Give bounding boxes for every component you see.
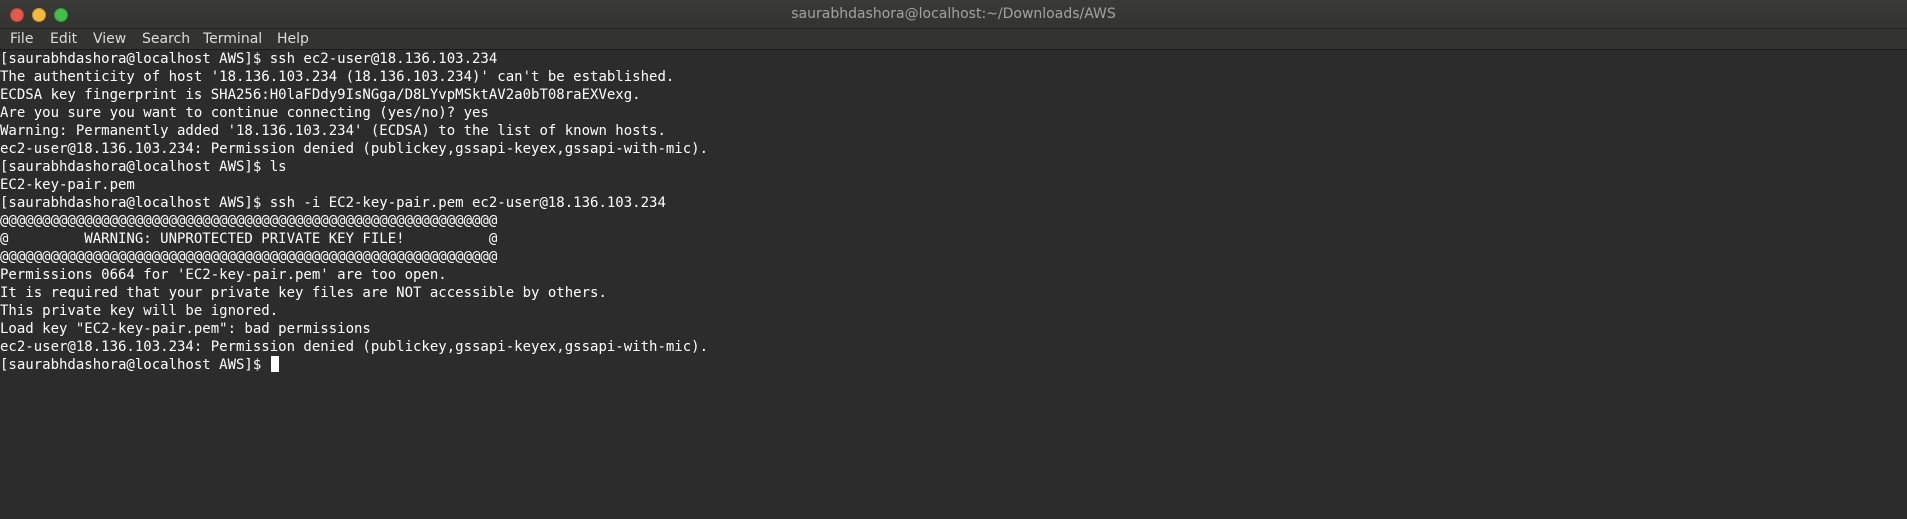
terminal-line: Permissions 0664 for 'EC2-key-pair.pem' … xyxy=(0,267,447,283)
terminal-line: Warning: Permanently added '18.136.103.2… xyxy=(0,123,666,139)
terminal-line: @@@@@@@@@@@@@@@@@@@@@@@@@@@@@@@@@@@@@@@@… xyxy=(0,249,498,265)
terminal-line: This private key will be ignored. xyxy=(0,303,279,319)
terminal-line: The authenticity of host '18.136.103.234… xyxy=(0,69,675,85)
menu-bar: File Edit View Search Terminal Help xyxy=(0,29,1907,50)
menu-terminal[interactable]: Terminal xyxy=(203,30,262,48)
terminal-line: [saurabhdashora@localhost AWS]$ ssh -i E… xyxy=(0,195,666,211)
menu-help[interactable]: Help xyxy=(277,30,309,48)
terminal-prompt-line[interactable]: [saurabhdashora@localhost AWS]$ xyxy=(0,356,279,374)
menu-file[interactable]: File xyxy=(10,30,33,48)
terminal-prompt: [saurabhdashora@localhost AWS]$ xyxy=(0,357,270,373)
window-title: saurabhdashora@localhost:~/Downloads/AWS xyxy=(791,6,1116,22)
terminal-line: EC2-key-pair.pem xyxy=(0,177,135,193)
terminal-window: saurabhdashora@localhost:~/Downloads/AWS… xyxy=(0,0,1907,519)
text-cursor xyxy=(270,356,279,372)
terminal-line: ec2-user@18.136.103.234: Permission deni… xyxy=(0,141,709,157)
terminal-line: @ WARNING: UNPROTECTED PRIVATE KEY FILE!… xyxy=(0,231,498,247)
terminal-line: Load key "EC2-key-pair.pem": bad permiss… xyxy=(0,321,371,337)
menu-edit[interactable]: Edit xyxy=(50,30,77,48)
terminal-line: [saurabhdashora@localhost AWS]$ ls xyxy=(0,159,287,175)
terminal-line: ec2-user@18.136.103.234: Permission deni… xyxy=(0,339,709,355)
menu-search[interactable]: Search xyxy=(142,30,190,48)
terminal-line: It is required that your private key fil… xyxy=(0,285,607,301)
terminal-line: [saurabhdashora@localhost AWS]$ ssh ec2-… xyxy=(0,51,498,67)
terminal-line: @@@@@@@@@@@@@@@@@@@@@@@@@@@@@@@@@@@@@@@@… xyxy=(0,213,498,229)
terminal-output-area[interactable]: [saurabhdashora@localhost AWS]$ ssh ec2-… xyxy=(0,50,1907,519)
title-bar[interactable]: saurabhdashora@localhost:~/Downloads/AWS xyxy=(0,0,1907,29)
terminal-line: ECDSA key fingerprint is SHA256:H0laFDdy… xyxy=(0,87,641,103)
terminal-line: Are you sure you want to continue connec… xyxy=(0,105,489,121)
menu-view[interactable]: View xyxy=(93,30,126,48)
